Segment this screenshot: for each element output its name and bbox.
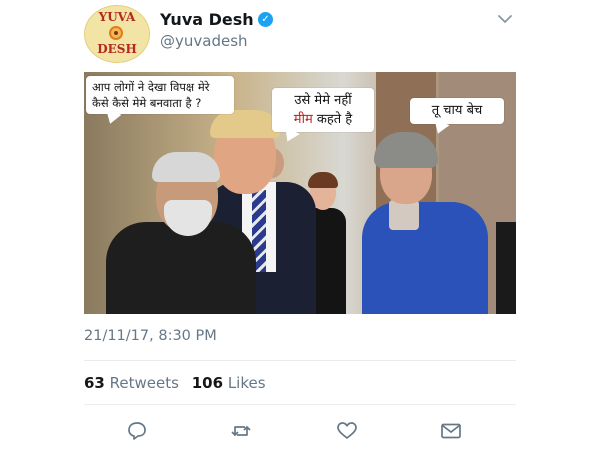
- tweet-actions: [72, 418, 528, 444]
- figure-modi-hair: [152, 152, 220, 182]
- avatar[interactable]: YUVA DESH: [84, 5, 150, 63]
- meme-image[interactable]: आप लोगों ने देखा विपक्ष मेरे कैसे कैसे म…: [84, 72, 516, 314]
- avatar-text-bottom: DESH: [97, 42, 137, 56]
- speech-bubble-trump-line1: उसे मेमे नहीं: [294, 93, 352, 108]
- retweet-icon[interactable]: [228, 418, 254, 444]
- retweets-label[interactable]: Retweets: [110, 374, 179, 392]
- chakra-icon: [109, 26, 123, 40]
- speech-bubble-trump: उसे मेमे नहीं मीम कहते है: [272, 88, 374, 132]
- speech-bubble-modi: आप लोगों ने देखा विपक्ष मेरे कैसे कैसे म…: [86, 76, 234, 114]
- tweet-card: YUVA DESH Yuva Desh ✓ @yuvadesh आप लोगों…: [72, 0, 528, 450]
- verified-badge-icon: ✓: [258, 12, 273, 27]
- reply-icon[interactable]: [124, 418, 150, 444]
- tweet-timestamp[interactable]: 21/11/17, 8:30 PM: [84, 328, 217, 344]
- figure-trump-hair: [210, 110, 280, 138]
- user-handle[interactable]: @yuvadesh: [160, 32, 248, 50]
- figure-may-necklace: [389, 200, 419, 230]
- divider: [84, 404, 516, 405]
- figure-modi-jacket: [106, 222, 256, 314]
- likes-count[interactable]: 106: [192, 374, 223, 392]
- heart-icon[interactable]: [334, 418, 360, 444]
- chevron-down-icon[interactable]: [496, 10, 514, 28]
- speech-bubble-trump-red-word: मीम: [293, 112, 313, 127]
- display-name[interactable]: Yuva Desh: [160, 10, 254, 29]
- figure-may-jacket: [362, 202, 488, 314]
- speech-bubble-trump-rest: कहते है: [312, 112, 353, 127]
- tweet-stats: 63 Retweets 106 Likes: [84, 374, 266, 392]
- background-woman-hair: [308, 172, 338, 188]
- avatar-text-top: YUVA: [98, 10, 136, 24]
- retweets-count[interactable]: 63: [84, 374, 105, 392]
- likes-label[interactable]: Likes: [228, 374, 266, 392]
- envelope-icon[interactable]: [438, 418, 464, 444]
- speech-bubble-trump-line2: मीम कहते है: [278, 110, 368, 129]
- speech-bubble-may: तू चाय बेच: [410, 98, 504, 124]
- divider: [84, 360, 516, 361]
- figure-right-edge: [496, 222, 516, 314]
